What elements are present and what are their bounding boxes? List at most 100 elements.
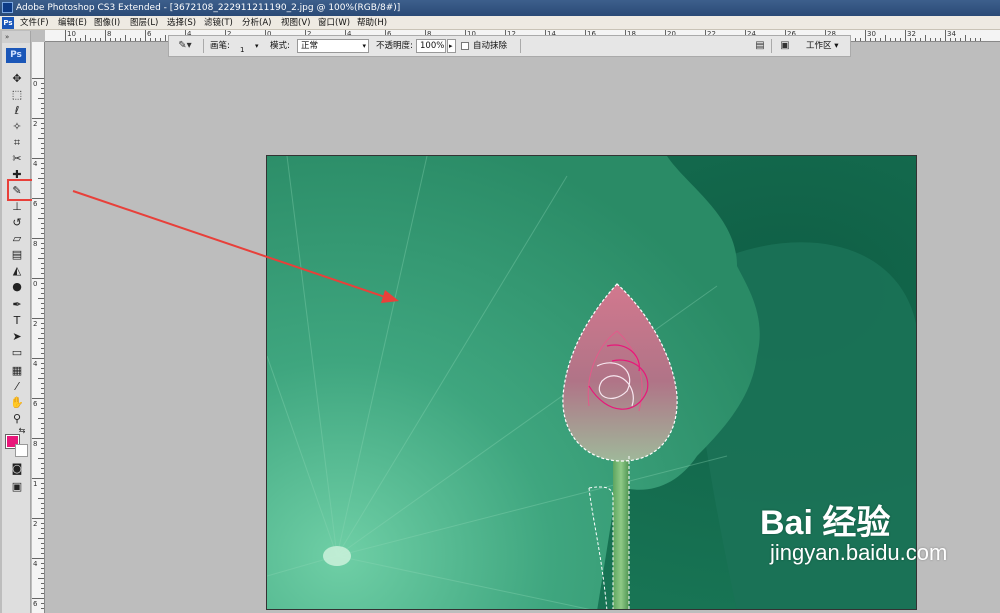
- ruler-tick: [32, 438, 44, 439]
- ruler-number: 2: [33, 520, 38, 528]
- eyedropper-tool-icon[interactable]: ⁄: [7, 379, 27, 394]
- ruler-tick: [75, 38, 76, 41]
- blur-tool-icon[interactable]: ◭: [7, 263, 27, 278]
- ruler-tick: [100, 38, 101, 41]
- brush-size-value[interactable]: 1: [240, 40, 244, 60]
- ruler-tick: [890, 38, 891, 41]
- magic-wand-tool-icon[interactable]: ✧: [7, 119, 27, 134]
- ruler-tick: [32, 558, 44, 559]
- screen-mode-icon[interactable]: ▣: [7, 479, 27, 494]
- ruler-number: 2: [33, 320, 38, 328]
- ruler-tick: [41, 88, 44, 89]
- ruler-tick: [41, 113, 44, 114]
- separator: [520, 39, 521, 53]
- menu-window[interactable]: 窗口(W): [318, 16, 350, 30]
- pen-tool-icon[interactable]: ✒: [7, 297, 27, 312]
- history-brush-tool-icon[interactable]: ↺: [7, 215, 27, 230]
- menu-file[interactable]: 文件(F): [20, 16, 49, 30]
- vertical-ruler[interactable]: 0 2 4 6 8 0 2 4 6 8 1 2 4 6: [32, 42, 45, 613]
- ruler-tick: [41, 568, 44, 569]
- mode-select[interactable]: 正常 ▾: [297, 39, 369, 53]
- camera-icon[interactable]: ▣: [777, 39, 793, 53]
- eraser-tool-icon[interactable]: ▱: [7, 231, 27, 246]
- menu-help[interactable]: 帮助(H): [357, 16, 387, 30]
- ruler-tick: [32, 598, 44, 599]
- opacity-slider-button[interactable]: ▸: [447, 39, 456, 53]
- type-tool-icon[interactable]: T: [7, 313, 27, 328]
- ruler-tick: [965, 35, 966, 41]
- ruler-tick: [41, 348, 44, 349]
- menu-analysis[interactable]: 分析(A): [242, 16, 271, 30]
- ruler-tick: [38, 418, 44, 419]
- hand-tool-icon[interactable]: ✋: [7, 395, 27, 410]
- workspace-menu[interactable]: 工作区 ▾: [806, 36, 838, 56]
- brush-preset-icon[interactable]: ✎▾: [177, 39, 193, 53]
- ruler-tick: [38, 338, 44, 339]
- quick-mask-icon[interactable]: ◙: [7, 461, 27, 476]
- ruler-tick: [41, 388, 44, 389]
- ruler-tick: [38, 218, 44, 219]
- ruler-number: 0: [33, 80, 38, 88]
- dodge-tool-icon[interactable]: ●: [7, 279, 27, 294]
- auto-erase-checkbox[interactable]: [461, 42, 469, 50]
- ruler-tick: [41, 108, 44, 109]
- ps-menu-icon[interactable]: Ps: [2, 17, 14, 29]
- ruler-tick: [38, 138, 44, 139]
- marquee-tool-icon[interactable]: ⬚: [7, 87, 27, 102]
- opacity-input[interactable]: 100%: [416, 39, 446, 53]
- mode-label: 模式:: [270, 41, 290, 51]
- menu-layer[interactable]: 图层(L): [130, 16, 158, 30]
- brush-dropdown-icon[interactable]: ▾: [255, 36, 259, 56]
- ruler-number: 1: [33, 480, 38, 488]
- mode-value: 正常: [301, 41, 319, 51]
- shape-tool-icon[interactable]: ▭: [7, 345, 27, 360]
- ruler-tick: [41, 248, 44, 249]
- ruler-tick: [41, 173, 44, 174]
- menu-edit[interactable]: 编辑(E): [58, 16, 87, 30]
- menu-image[interactable]: 图像(I): [94, 16, 120, 30]
- opacity-label: 不透明度:: [376, 41, 413, 51]
- ruler-tick: [935, 38, 936, 41]
- ruler-number: 6: [147, 30, 152, 38]
- ruler-tick: [115, 38, 116, 41]
- ruler-number: 6: [33, 400, 38, 408]
- menu-filter[interactable]: 滤镜(T): [204, 16, 233, 30]
- ruler-tick: [41, 353, 44, 354]
- ruler-tick: [41, 603, 44, 604]
- slice-tool-icon[interactable]: ✂: [7, 151, 27, 166]
- ruler-tick: [41, 233, 44, 234]
- lasso-tool-icon[interactable]: ℓ: [7, 103, 27, 118]
- toolbox-grip[interactable]: »: [2, 31, 30, 43]
- clone-stamp-tool-icon[interactable]: ⊥: [7, 199, 27, 214]
- menu-view[interactable]: 视图(V): [281, 16, 310, 30]
- path-selection-tool-icon[interactable]: ➤: [7, 329, 27, 344]
- ruler-tick: [41, 488, 44, 489]
- ruler-tick: [38, 98, 44, 99]
- ruler-tick: [980, 38, 981, 41]
- ruler-tick: [41, 213, 44, 214]
- brush-palette-icon[interactable]: ▤: [752, 39, 768, 53]
- ruler-tick: [41, 373, 44, 374]
- ruler-tick: [38, 378, 44, 379]
- ruler-tick: [160, 38, 161, 41]
- ruler-tick: [910, 38, 911, 41]
- crop-tool-icon[interactable]: ⌗: [7, 135, 27, 150]
- ruler-tick: [32, 78, 44, 79]
- ruler-tick: [38, 578, 44, 579]
- move-tool-icon[interactable]: ✥: [7, 71, 27, 86]
- ruler-tick: [895, 38, 896, 41]
- menu-select[interactable]: 选择(S): [167, 16, 196, 30]
- ruler-tick: [970, 38, 971, 41]
- ruler-tick: [150, 38, 151, 41]
- ruler-tick: [41, 453, 44, 454]
- window-title-bar: Adobe Photoshop CS3 Extended - [3672108_…: [0, 0, 1000, 16]
- ruler-number: 34: [947, 30, 956, 38]
- toolbox-logo[interactable]: Ps: [6, 48, 26, 63]
- ruler-tick: [41, 203, 44, 204]
- gradient-tool-icon[interactable]: ▤: [7, 247, 27, 262]
- notes-tool-icon[interactable]: ▦: [7, 363, 27, 378]
- ruler-tick: [38, 458, 44, 459]
- ruler-tick: [41, 383, 44, 384]
- background-color-swatch[interactable]: [15, 444, 28, 457]
- ruler-tick: [41, 123, 44, 124]
